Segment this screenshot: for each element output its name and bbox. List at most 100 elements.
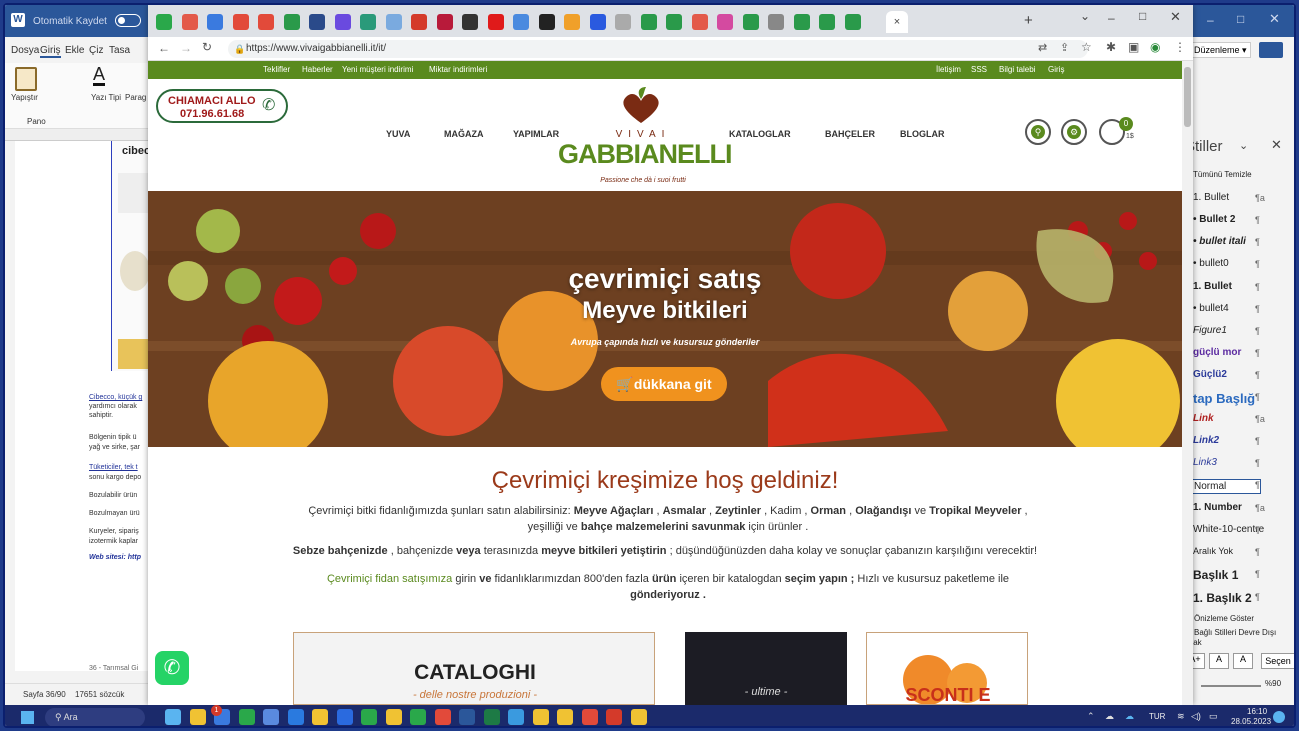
- tab-search-icon[interactable]: ⌄: [1080, 9, 1090, 23]
- style-item[interactable]: Link: [1193, 413, 1214, 424]
- menu-dosya[interactable]: Dosya: [11, 45, 39, 56]
- new-tab-button[interactable]: +: [1024, 12, 1033, 29]
- extensions-icon[interactable]: ✱: [1106, 40, 1116, 54]
- taskbar-app-icon[interactable]: [312, 709, 328, 725]
- nav-gardens[interactable]: BAHÇELER: [825, 129, 875, 139]
- minimize-icon[interactable]: –: [1207, 13, 1214, 27]
- zoom-slider[interactable]: [1201, 685, 1261, 687]
- tab-favicon[interactable]: [487, 14, 504, 30]
- font-label[interactable]: Yazı Tipi: [91, 93, 121, 102]
- close-tab-icon[interactable]: ×: [894, 16, 900, 28]
- menu-tasarim[interactable]: Tasa: [109, 45, 130, 56]
- paste-label[interactable]: Yapıştır: [11, 93, 38, 102]
- tab-favicon[interactable]: [793, 14, 810, 30]
- maximize-icon[interactable]: □: [1139, 9, 1146, 23]
- notifications-icon[interactable]: [1273, 711, 1285, 723]
- style-item[interactable]: • bullet4: [1193, 303, 1229, 314]
- taskbar-search[interactable]: ⚲ Ara: [45, 708, 145, 726]
- style-item[interactable]: • bullet itali: [1193, 236, 1246, 247]
- tab-favicon[interactable]: [181, 14, 198, 30]
- style-item[interactable]: tap Başlığ: [1193, 391, 1255, 406]
- linked-styles-checkbox[interactable]: Bağlı Stilleri Devre Dışı Bırak: [1183, 627, 1293, 648]
- share-button[interactable]: [1259, 42, 1283, 58]
- tab-favicon[interactable]: [640, 14, 657, 30]
- minimize-icon[interactable]: –: [1108, 11, 1115, 25]
- catalog-card[interactable]: CATALOGHI - delle nostre produzioni -: [293, 632, 655, 705]
- taskbar-app-icon[interactable]: [459, 709, 475, 725]
- style-item[interactable]: güçlü mor: [1193, 347, 1241, 358]
- close-icon[interactable]: ✕: [1170, 9, 1181, 25]
- nav-shop[interactable]: MAĞAZA: [444, 129, 484, 139]
- topbar-link[interactable]: Yeni müşteri indirimi: [342, 65, 413, 74]
- style-item[interactable]: Tümünü Temizle: [1193, 170, 1252, 179]
- clock-date[interactable]: 28.05.2023: [1231, 717, 1271, 726]
- style-item[interactable]: Aralık Yok: [1193, 546, 1233, 556]
- topbar-link[interactable]: Teklifler: [263, 65, 290, 74]
- tab-favicon[interactable]: [742, 14, 759, 30]
- manage-styles-button[interactable]: A: [1233, 653, 1253, 669]
- menu-ciz[interactable]: Çiz: [89, 45, 103, 56]
- back-icon[interactable]: ←: [158, 41, 170, 55]
- word-count[interactable]: 17651 sözcük: [75, 690, 124, 699]
- taskbar-app-icon[interactable]: [630, 709, 647, 725]
- account-button[interactable]: ⚙: [1061, 119, 1087, 145]
- tab-favicon[interactable]: [462, 14, 478, 30]
- menu-ekle[interactable]: Ekle: [65, 45, 84, 56]
- style-item[interactable]: 1. Bullet: [1193, 192, 1229, 203]
- style-item[interactable]: 1. Bullet: [1193, 281, 1232, 292]
- tab-favicon[interactable]: [691, 14, 708, 30]
- tab-favicon[interactable]: [309, 14, 325, 30]
- taskbar-app-icon[interactable]: [189, 709, 206, 725]
- active-tab[interactable]: ×: [886, 11, 908, 33]
- tab-favicon[interactable]: [768, 14, 784, 30]
- style-item[interactable]: White-10-centre: [1193, 524, 1264, 535]
- taskbar-app-icon[interactable]: [165, 709, 181, 725]
- translate-icon[interactable]: ⇄: [1038, 41, 1047, 54]
- shop-now-button[interactable]: 🛒dükkana git: [601, 367, 727, 401]
- nav-blogs[interactable]: BLOGLAR: [900, 129, 945, 139]
- volume-icon[interactable]: ◁): [1191, 711, 1201, 722]
- style-item[interactable]: • bullet0: [1193, 258, 1229, 269]
- tab-favicon[interactable]: [589, 14, 606, 30]
- taskbar-app-icon[interactable]: [263, 709, 279, 725]
- sidepanel-icon[interactable]: ▣: [1128, 40, 1139, 54]
- online-shop-link[interactable]: Çevrimiçi fidan satışımıza: [327, 573, 452, 585]
- taskbar-app-icon[interactable]: [532, 709, 549, 725]
- language-indicator[interactable]: TUR: [1149, 712, 1165, 721]
- onedrive-icon[interactable]: ☁: [1125, 711, 1134, 722]
- taskbar-app-icon[interactable]: [434, 709, 451, 725]
- taskbar-app-icon[interactable]: [385, 709, 402, 725]
- topbar-link[interactable]: SSS: [971, 65, 987, 74]
- menu-giris[interactable]: Giriş: [40, 45, 61, 58]
- nav-home[interactable]: YUVA: [386, 129, 410, 139]
- search-button[interactable]: ⚲: [1025, 119, 1051, 145]
- topbar-link[interactable]: Giriş: [1048, 65, 1064, 74]
- menu-icon[interactable]: ⋮: [1174, 40, 1186, 54]
- page-count[interactable]: Sayfa 36/90: [23, 690, 66, 699]
- battery-icon[interactable]: ▭: [1209, 711, 1218, 722]
- nav-catalogs[interactable]: KATALOGLAR: [729, 129, 791, 139]
- tab-favicon[interactable]: [156, 14, 172, 30]
- maximize-icon[interactable]: □: [1237, 12, 1244, 26]
- taskbar-app-icon[interactable]: [410, 709, 426, 725]
- taskbar-app-icon[interactable]: [581, 709, 598, 725]
- tab-favicon[interactable]: [334, 14, 351, 30]
- pane-close-icon[interactable]: ✕: [1271, 137, 1282, 153]
- tab-favicon[interactable]: [232, 14, 249, 30]
- clock-time[interactable]: 16:10: [1247, 707, 1267, 716]
- tab-favicon[interactable]: [666, 14, 682, 30]
- style-item[interactable]: 1. Number: [1193, 502, 1242, 513]
- taskbar-app-icon[interactable]: [361, 709, 377, 725]
- site-logo[interactable]: VIVAI GABBIANELLI Passione che dà i suoi…: [558, 85, 733, 189]
- nav-works[interactable]: YAPIMLAR: [513, 129, 559, 139]
- whatsapp-icon[interactable]: ✆: [155, 651, 189, 685]
- address-bar[interactable]: 🔒 https://www.vivaigabbianelli.it/it/: [228, 40, 1088, 58]
- taskbar-app-icon[interactable]: [287, 709, 304, 725]
- tab-favicon[interactable]: [283, 14, 300, 30]
- style-item[interactable]: Link2: [1193, 435, 1219, 446]
- forward-icon[interactable]: →: [180, 41, 192, 55]
- tab-favicon[interactable]: [538, 14, 555, 30]
- discounts-card[interactable]: SCONTI E: [866, 632, 1028, 705]
- tab-favicon[interactable]: [513, 14, 529, 30]
- tab-favicon[interactable]: [564, 14, 580, 30]
